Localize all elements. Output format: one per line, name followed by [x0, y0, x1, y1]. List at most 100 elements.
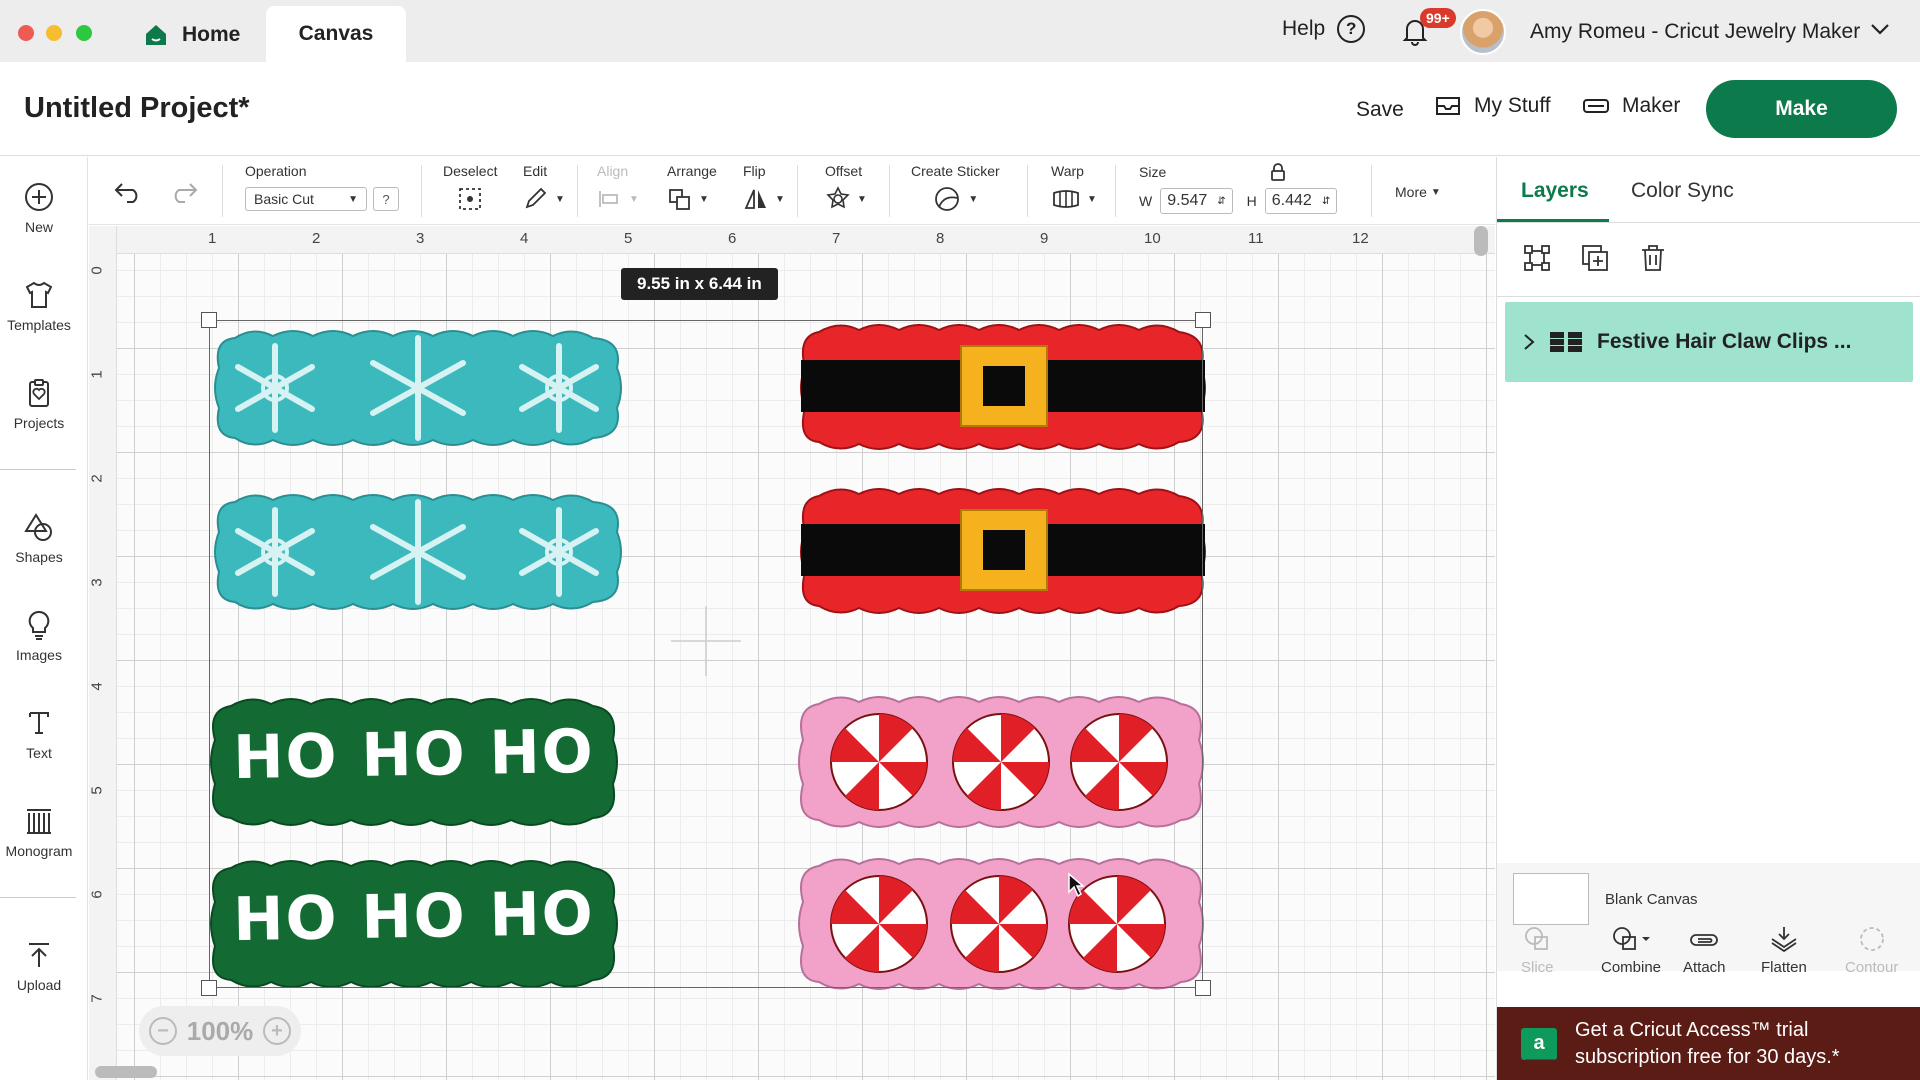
- stepper-icon[interactable]: ⇵: [1322, 196, 1330, 207]
- ruler-tick-label: 8: [936, 230, 945, 247]
- tab-canvas-label: Canvas: [298, 22, 374, 45]
- zoom-level: 100%: [186, 1015, 254, 1046]
- zoom-in-button[interactable]: +: [263, 1017, 291, 1045]
- deselect-button[interactable]: Deselect: [443, 163, 497, 212]
- my-stuff-button[interactable]: My Stuff: [1434, 94, 1551, 118]
- deselect-icon: [457, 186, 483, 212]
- contour-button[interactable]: Contour: [1845, 925, 1898, 976]
- sidebar-item-label: New: [24, 219, 53, 235]
- sidebar-item-monogram[interactable]: Monogram: [0, 805, 78, 859]
- resize-handle[interactable]: [201, 980, 217, 996]
- more-button[interactable]: More ▼: [1395, 184, 1441, 200]
- tab-home[interactable]: Home: [130, 8, 260, 62]
- horizontal-scrollbar[interactable]: [95, 1066, 157, 1078]
- create-sticker-label: Create Sticker: [911, 163, 1000, 179]
- save-button[interactable]: Save: [1356, 98, 1404, 122]
- cricut-access-promo[interactable]: a Get a Cricut Access™ trial subscriptio…: [1497, 1007, 1920, 1080]
- question-icon: ?: [1337, 15, 1366, 43]
- attach-button[interactable]: Attach: [1683, 925, 1726, 976]
- align-button[interactable]: Align ▼: [597, 163, 639, 212]
- promo-text: Get a Cricut Access™ trial subscription …: [1575, 1017, 1840, 1071]
- project-header: Untitled Project* Save My Stuff Maker Ma…: [0, 62, 1920, 156]
- shirt-icon: [23, 279, 55, 311]
- chevron-right-icon[interactable]: [1523, 333, 1535, 351]
- warp-button[interactable]: Warp ▼: [1051, 163, 1097, 212]
- sidebar-item-shapes[interactable]: Shapes: [0, 511, 78, 565]
- sidebar-item-new[interactable]: New: [0, 181, 78, 235]
- resize-handle[interactable]: [1195, 312, 1211, 328]
- zoom-control: − 100% +: [139, 1006, 301, 1056]
- offset-button[interactable]: Offset ▼: [825, 163, 867, 212]
- text-icon: [23, 707, 55, 739]
- resize-handle[interactable]: [1195, 980, 1211, 996]
- trash-icon[interactable]: [1637, 242, 1669, 274]
- stepper-icon[interactable]: ⇵: [1217, 196, 1225, 207]
- help-button[interactable]: Help ?: [1282, 15, 1366, 43]
- sidebar-item-upload[interactable]: Upload: [0, 939, 78, 993]
- ruler-tick-label: 11: [1248, 230, 1264, 247]
- sidebar-divider: [0, 897, 76, 898]
- operation-label: Operation: [245, 163, 307, 179]
- my-stuff-label: My Stuff: [1474, 94, 1551, 117]
- tab-color-sync[interactable]: Color Sync: [1631, 179, 1734, 203]
- width-input[interactable]: 9.547 ⇵: [1160, 188, 1233, 214]
- window-minimize-button[interactable]: [46, 25, 62, 41]
- arrange-button[interactable]: Arrange ▼: [667, 163, 717, 212]
- project-title[interactable]: Untitled Project*: [24, 92, 250, 125]
- tab-layers[interactable]: Layers: [1521, 179, 1589, 203]
- attach-label: Attach: [1683, 959, 1726, 976]
- sidebar-item-text[interactable]: Text: [0, 707, 78, 761]
- warp-icon: [1051, 188, 1081, 210]
- chevron-down-icon[interactable]: [1870, 22, 1890, 36]
- duplicate-icon[interactable]: [1579, 242, 1611, 274]
- sidebar-item-templates[interactable]: Templates: [0, 279, 78, 333]
- zoom-out-button[interactable]: −: [149, 1017, 177, 1045]
- resize-handle[interactable]: [201, 312, 217, 328]
- vertical-scrollbar[interactable]: [1474, 226, 1488, 256]
- flatten-button[interactable]: Flatten: [1761, 925, 1807, 976]
- size-group: Size W 9.547 ⇵ H 6.442 ⇵: [1139, 163, 1338, 214]
- sidebar-item-projects[interactable]: Projects: [0, 377, 78, 431]
- lock-icon[interactable]: [1270, 163, 1286, 181]
- operation-help-button[interactable]: ?: [373, 187, 399, 211]
- combine-icon: [1611, 925, 1651, 953]
- combine-button[interactable]: Combine: [1601, 925, 1661, 976]
- sidebar-divider: [0, 469, 76, 470]
- contour-label: Contour: [1845, 959, 1899, 976]
- tab-canvas[interactable]: Canvas: [266, 6, 406, 62]
- height-input[interactable]: 6.442 ⇵: [1264, 188, 1338, 214]
- design-canvas[interactable]: 0123456789101112 01234567 9.55 in x 6.44…: [89, 226, 1495, 1080]
- edit-button[interactable]: Edit ▼: [523, 163, 565, 212]
- maker-button[interactable]: Maker: [1582, 94, 1680, 118]
- promo-line-2: subscription free for 30 days.*: [1575, 1045, 1840, 1068]
- height-value: 6.442: [1271, 192, 1312, 209]
- operation-select[interactable]: Basic Cut ▼: [245, 187, 367, 211]
- flatten-icon: [1768, 925, 1800, 953]
- undo-icon[interactable]: [113, 181, 143, 203]
- offset-icon: [825, 186, 851, 212]
- layer-actions: Slice Combine Attach Flatten Contour: [1497, 925, 1920, 981]
- tab-home-label: Home: [182, 23, 241, 46]
- layer-item[interactable]: Festive Hair Claw Clips ...: [1505, 302, 1913, 382]
- group-icon[interactable]: [1521, 242, 1553, 274]
- make-button[interactable]: Make: [1706, 80, 1897, 138]
- create-sticker-button[interactable]: Create Sticker ▼: [911, 163, 1000, 212]
- sidebar-item-label: Monogram: [5, 843, 73, 859]
- slice-button[interactable]: Slice: [1521, 925, 1554, 976]
- window-close-button[interactable]: [18, 25, 34, 41]
- promo-line-1: Get a Cricut Access™ trial: [1575, 1018, 1809, 1041]
- plus-circle-icon: [23, 181, 55, 213]
- blank-canvas-swatch[interactable]: [1513, 873, 1589, 925]
- ruler-tick-label: 12: [1352, 230, 1369, 247]
- sidebar-item-images[interactable]: Images: [0, 609, 78, 663]
- title-bar: Home Canvas Help ? 99+ Amy Romeu - Cricu…: [0, 0, 1920, 62]
- sidebar-item-label: Templates: [7, 317, 71, 333]
- slice-label: Slice: [1521, 959, 1554, 976]
- window-zoom-button[interactable]: [76, 25, 92, 41]
- ruler-tick-label: 5: [624, 230, 633, 247]
- flip-button[interactable]: Flip ▼: [743, 163, 785, 212]
- user-name[interactable]: Amy Romeu - Cricut Jewelry Maker: [1530, 20, 1860, 44]
- avatar[interactable]: [1460, 9, 1506, 55]
- redo-icon[interactable]: [169, 181, 199, 203]
- notification-badge: 99+: [1420, 8, 1456, 28]
